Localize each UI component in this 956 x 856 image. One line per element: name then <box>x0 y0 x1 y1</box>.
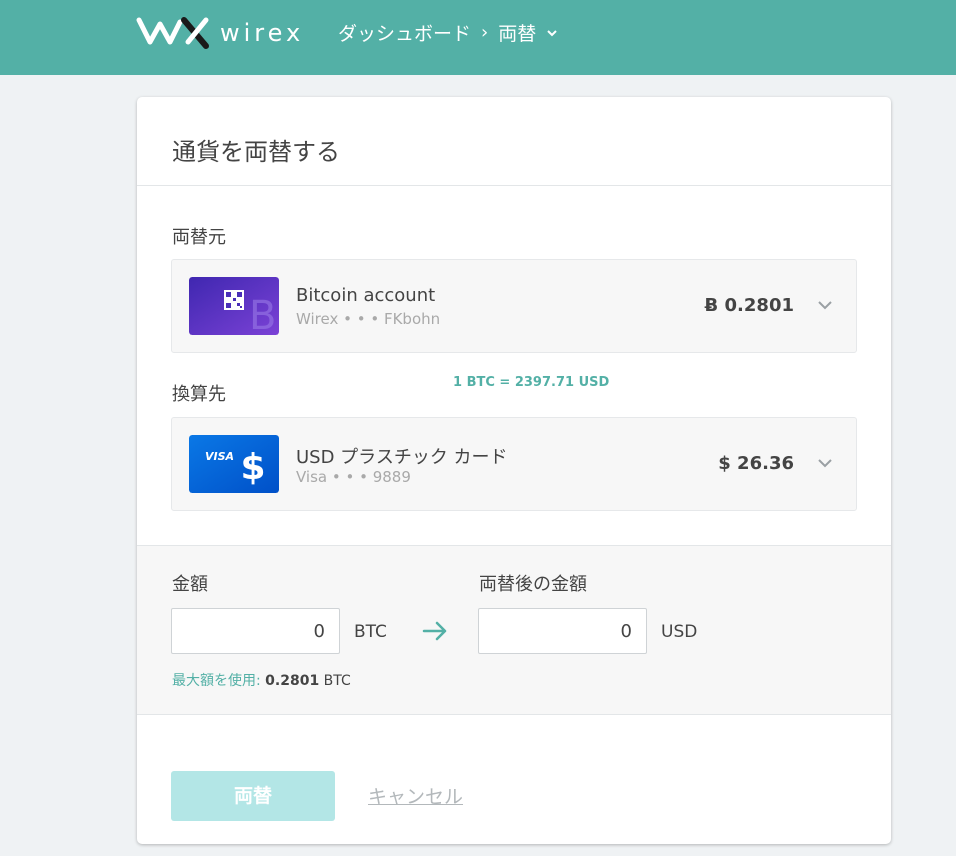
from-label: 両替元 <box>172 227 226 248</box>
breadcrumb-separator-icon: › <box>481 22 489 43</box>
result-currency: USD <box>661 622 698 642</box>
arrow-right-icon <box>422 621 447 641</box>
to-account-name: USD プラスチック カード <box>296 447 508 468</box>
top-bar: wirex ダッシュボード › 両替 <box>0 0 956 75</box>
wirex-logo[interactable]: wirex <box>136 12 306 52</box>
cancel-link[interactable]: キャンセル <box>368 782 463 809</box>
result-amount-label: 両替後の金額 <box>479 574 587 595</box>
amount-label: 金額 <box>172 574 208 595</box>
amount-input[interactable] <box>171 608 340 654</box>
divider <box>137 185 891 186</box>
breadcrumb-current[interactable]: 両替 <box>498 19 536 46</box>
from-account-number: Wirex • • • FKbohn <box>296 310 441 328</box>
visa-dollar-card-icon: $ VISA <box>189 435 279 493</box>
exchange-card: 通貨を両替する 両替元 B Bitcoin account Wirex • • … <box>137 97 891 844</box>
max-amount-currency: BTC <box>323 673 351 689</box>
svg-text:B: B <box>249 293 276 335</box>
result-amount-input[interactable] <box>478 608 647 654</box>
wirex-logo-icon <box>136 17 209 49</box>
to-account-balance: $ 26.36 <box>718 453 794 474</box>
use-max-link[interactable]: 最大額を使用: <box>172 673 261 689</box>
from-account-name: Bitcoin account <box>296 285 436 306</box>
max-amount-value: 0.2801 <box>265 673 320 689</box>
breadcrumb: ダッシュボード › 両替 <box>338 19 558 46</box>
logo-text: wirex <box>220 19 305 47</box>
chevron-down-icon[interactable] <box>546 28 558 38</box>
breadcrumb-dashboard[interactable]: ダッシュボード <box>338 19 471 46</box>
from-account-balance: Ƀ 0.2801 <box>704 295 794 316</box>
amount-currency: BTC <box>354 622 387 642</box>
amount-panel: 金額 BTC 両替後の金額 USD 最大額を使用: 0.2801 BTC <box>137 545 891 715</box>
page-title: 通貨を両替する <box>172 138 340 166</box>
exchange-rate: 1 BTC = 2397.71 USD <box>453 375 610 390</box>
to-account-number: Visa • • • 9889 <box>296 468 411 486</box>
exchange-button[interactable]: 両替 <box>171 771 335 821</box>
to-account-select[interactable]: $ VISA USD プラスチック カード Visa • • • 9889 $ … <box>171 417 857 511</box>
visa-brand-text: VISA <box>205 450 234 463</box>
svg-text:$: $ <box>240 447 265 488</box>
chevron-down-icon[interactable] <box>816 454 834 472</box>
chevron-down-icon[interactable] <box>816 296 834 314</box>
from-account-select[interactable]: B Bitcoin account Wirex • • • FKbohn Ƀ 0… <box>171 259 857 353</box>
bitcoin-card-icon: B <box>189 277 279 335</box>
to-label: 換算先 <box>172 384 226 405</box>
max-amount-row: 最大額を使用: 0.2801 BTC <box>172 670 351 690</box>
